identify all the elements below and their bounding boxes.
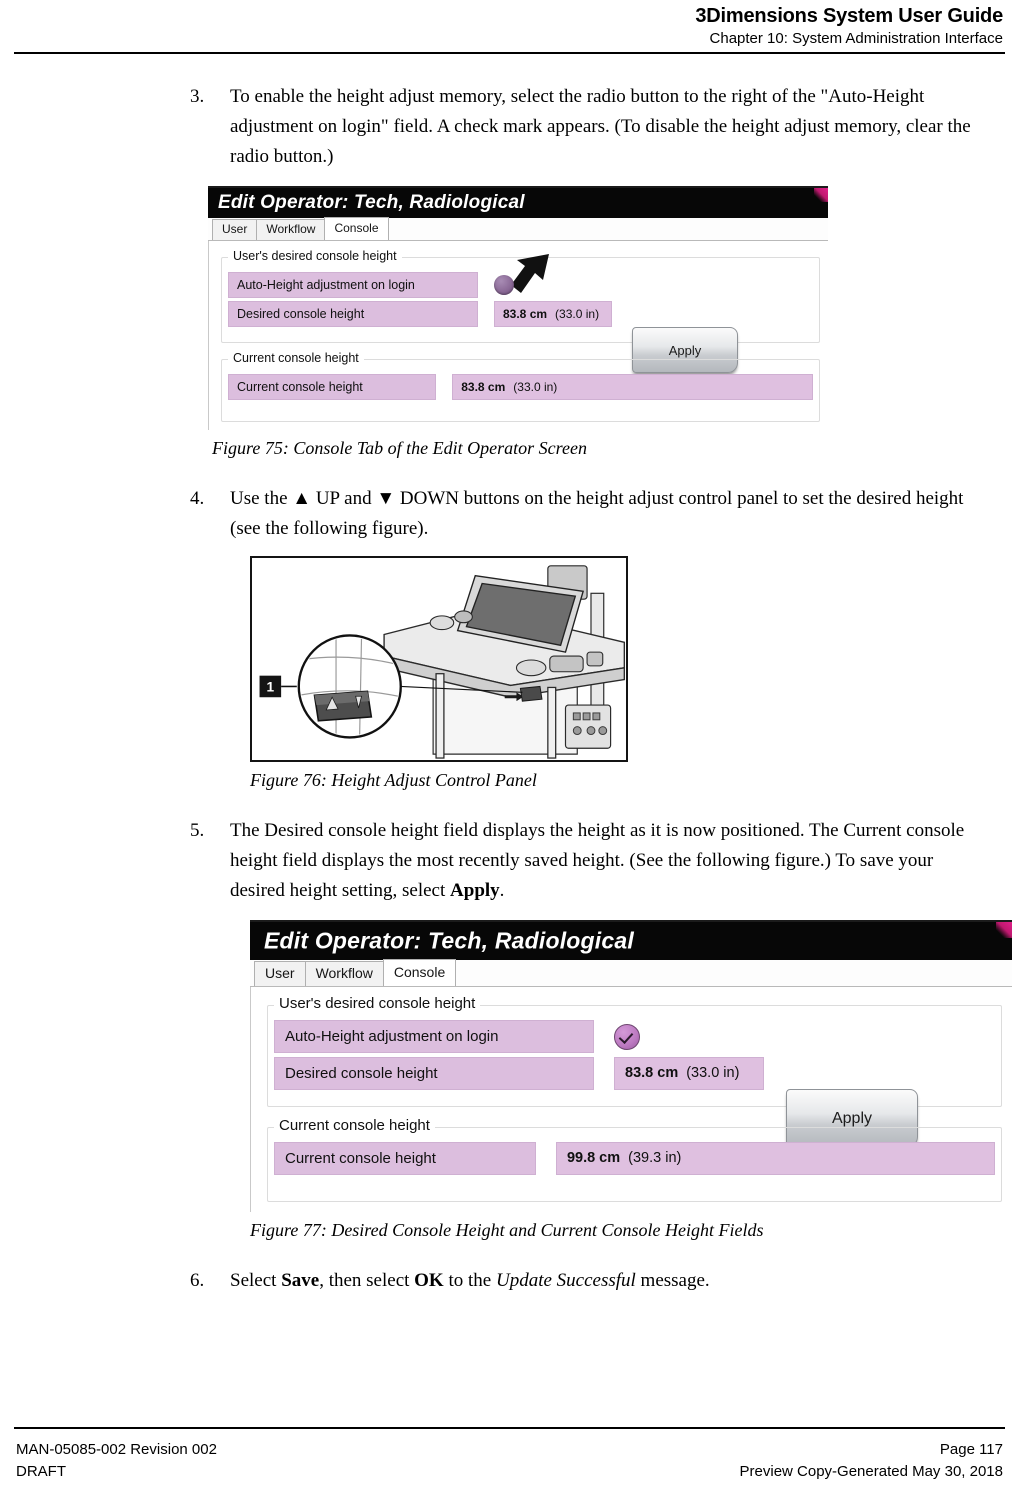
desired-console-height-row: Desired console height 83.8 cm (33.0 in) … xyxy=(228,301,813,373)
edit-operator-titlebar-2: Edit Operator: Tech, Radiological xyxy=(250,922,1012,960)
figure-75-caption: Figure 75: Console Tab of the Edit Opera… xyxy=(212,438,587,458)
edit-operator-title-text-2: Edit Operator: Tech, Radiological xyxy=(264,927,634,954)
auto-height-label: Auto-Height adjustment on login xyxy=(228,272,478,298)
figure-75-tabstrip: User Workflow Console xyxy=(208,217,828,241)
desired-height-in: (33.0 in) xyxy=(555,307,600,321)
figure-77-screenshot: Edit Operator: Tech, Radiological User W… xyxy=(250,920,1012,1212)
step-4: 4. Use the ▲ UP and ▼ DOWN buttons on th… xyxy=(22,484,997,544)
step-3-number: 3. xyxy=(190,86,205,107)
group-legend-current: Current console height xyxy=(228,351,364,365)
footer-page-number: Page 117 xyxy=(939,1441,1003,1458)
step-6-seg1: Select xyxy=(230,1270,282,1291)
current-console-height-value: 83.8 cm (33.0 in) xyxy=(452,374,813,400)
step-5-text-tail: . xyxy=(499,880,505,901)
footer-preview-notice: Preview Copy-Generated May 30, 2018 xyxy=(739,1463,1003,1480)
step-5-text: The Desired console height field display… xyxy=(230,816,975,906)
current-height-in-2: (39.3 in) xyxy=(628,1150,682,1166)
chapter-subtitle: Chapter 10: System Administration Interf… xyxy=(709,30,1003,47)
tab-console-2[interactable]: Console xyxy=(382,959,457,986)
page-content: 3. To enable the height adjust memory, s… xyxy=(0,60,1019,1300)
radio-button-checked-icon[interactable] xyxy=(614,1023,640,1050)
users-desired-console-height-group-2: User's desired console height Auto-Heigh… xyxy=(267,995,1002,1147)
current-height-cm: 83.8 cm xyxy=(461,380,506,394)
desired-console-height-value-2[interactable]: 83.8 cm (33.0 in) xyxy=(614,1057,764,1090)
desired-console-height-row-2: Desired console height 83.8 cm (33.0 in) … xyxy=(274,1057,995,1147)
current-console-height-label: Current console height xyxy=(228,374,437,400)
step-3: 3. To enable the height adjust memory, s… xyxy=(22,82,997,172)
users-desired-console-height-group: User's desired console height Auto-Heigh… xyxy=(221,249,820,373)
tab-user[interactable]: User xyxy=(212,219,258,240)
group-legend-current-2: Current console height xyxy=(274,1117,435,1134)
figure-76-caption: Figure 76: Height Adjust Control Panel xyxy=(250,770,537,790)
step-6-update-successful-emphasis: Update Successful xyxy=(495,1270,636,1291)
document-title: 3Dimensions System User Guide xyxy=(695,5,1003,27)
step-6-save-emphasis: Save xyxy=(281,1270,320,1291)
desired-console-height-label-2: Desired console height xyxy=(274,1057,594,1090)
footer-divider xyxy=(14,1427,1005,1429)
step-4-text: Use the ▲ UP and ▼ DOWN buttons on the h… xyxy=(230,488,964,539)
step-5-apply-emphasis: Apply xyxy=(450,880,500,901)
auto-height-label-2: Auto-Height adjustment on login xyxy=(274,1020,594,1053)
figure-76-illustration: 1 xyxy=(250,556,628,762)
figure-77-tabstrip: User Workflow Console xyxy=(250,959,1012,987)
current-height-cm-2: 99.8 cm xyxy=(566,1150,621,1166)
step-5-number: 5. xyxy=(190,820,205,841)
figure-77-caption: Figure 77: Desired Console Height and Cu… xyxy=(250,1220,764,1240)
current-console-height-group-2: Current console height Current console h… xyxy=(267,1117,1002,1202)
current-console-height-row: Current console height 83.8 cm (33.0 in) xyxy=(228,374,813,400)
auto-height-radio-slot xyxy=(494,275,612,295)
current-console-height-value-2: 99.8 cm (39.3 in) xyxy=(555,1142,995,1175)
footer-row-top: MAN-05085-002 Revision 002 Page 117 xyxy=(16,1439,1003,1461)
footer-row-bottom: DRAFT Preview Copy-Generated May 30, 201… xyxy=(16,1461,1003,1483)
desired-height-cm: 83.8 cm xyxy=(503,307,548,321)
auto-height-row: Auto-Height adjustment on login xyxy=(228,272,813,298)
group-legend-desired: User's desired console height xyxy=(228,249,402,263)
step-6-seg3: to the xyxy=(443,1270,496,1291)
desired-height-cm-2: 83.8 cm xyxy=(625,1065,679,1081)
figure-76-callout-1: 1 xyxy=(267,679,275,694)
tab-workflow-2[interactable]: Workflow xyxy=(304,961,384,986)
tab-user-2[interactable]: User xyxy=(254,961,306,986)
step-6: 6. Select Save, then select OK to the Up… xyxy=(22,1266,997,1296)
desired-console-height-value[interactable]: 83.8 cm (33.0 in) xyxy=(494,301,612,327)
desired-height-in-2: (33.0 in) xyxy=(686,1065,740,1081)
auto-height-row-2: Auto-Height adjustment on login xyxy=(274,1020,995,1053)
height-adjust-console-drawing: 1 xyxy=(253,558,626,760)
current-console-height-group: Current console height Current console h… xyxy=(221,351,820,422)
figure-75-screenshot: Edit Operator: Tech, Radiological User W… xyxy=(208,186,828,430)
step-4-number: 4. xyxy=(190,488,205,509)
footer-draft-status: DRAFT xyxy=(16,1463,66,1480)
step-6-number: 6. xyxy=(190,1270,205,1291)
figure-77-panel-body: User's desired console height Auto-Heigh… xyxy=(250,987,1012,1212)
current-height-in: (33.0 in) xyxy=(513,380,558,394)
step-6-text: Select Save, then select OK to the Updat… xyxy=(230,1266,975,1296)
close-corner-icon[interactable] xyxy=(814,188,828,202)
header-divider xyxy=(14,52,1005,54)
close-corner-icon-2[interactable] xyxy=(996,922,1012,938)
current-console-height-label-2: Current console height xyxy=(274,1142,536,1175)
step-6-seg2: , then select xyxy=(319,1270,415,1291)
tab-console[interactable]: Console xyxy=(324,217,389,240)
edit-operator-titlebar: Edit Operator: Tech, Radiological xyxy=(208,188,828,218)
tab-workflow[interactable]: Workflow xyxy=(256,219,326,240)
desired-console-height-label: Desired console height xyxy=(228,301,478,327)
step-6-seg4: message. xyxy=(635,1270,710,1291)
page-header: 3Dimensions System User Guide Chapter 10… xyxy=(0,0,1019,49)
step-5-text-lead: The Desired console height field display… xyxy=(230,820,965,901)
edit-operator-title-text: Edit Operator: Tech, Radiological xyxy=(218,192,525,213)
height-adjust-control-panel xyxy=(313,690,373,722)
step-6-ok-emphasis: OK xyxy=(414,1270,444,1291)
figure-75-panel-body: User's desired console height Auto-Heigh… xyxy=(208,241,828,430)
step-5: 5. The Desired console height field disp… xyxy=(22,816,997,906)
page-footer: MAN-05085-002 Revision 002 Page 117 DRAF… xyxy=(16,1439,1003,1483)
current-console-height-row-2: Current console height 99.8 cm (39.3 in) xyxy=(274,1142,995,1175)
group-legend-desired-2: User's desired console height xyxy=(274,995,481,1012)
footer-document-id: MAN-05085-002 Revision 002 xyxy=(16,1441,217,1458)
auto-height-radio-slot-2 xyxy=(614,1023,764,1050)
radio-button-unchecked-icon[interactable] xyxy=(494,275,514,295)
step-3-text: To enable the height adjust memory, sele… xyxy=(230,86,971,167)
